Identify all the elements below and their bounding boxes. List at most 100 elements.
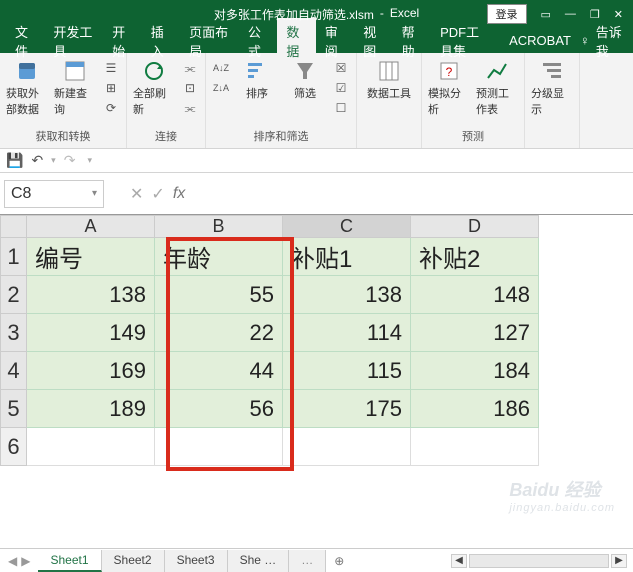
cell-a5[interactable]: 189: [27, 390, 155, 428]
sort-icon: [245, 59, 269, 83]
row-header-1[interactable]: 1: [1, 238, 27, 276]
chevron-down-icon[interactable]: ▾: [92, 188, 97, 199]
cell-b4[interactable]: 44: [155, 352, 283, 390]
hscroll-track[interactable]: [469, 554, 609, 568]
worksheet-area[interactable]: A B C D 1 编号 年龄 补贴1 补贴2 2 138 55 138 148…: [0, 215, 633, 548]
fx-icon[interactable]: fx: [173, 185, 185, 203]
forecast-sheet-button[interactable]: 预测工作表: [474, 57, 520, 119]
minimize-icon[interactable]: —: [565, 8, 576, 20]
cell-c5[interactable]: 175: [283, 390, 411, 428]
get-external-data-button[interactable]: 获取外部数据: [4, 57, 50, 119]
new-query-button[interactable]: 新建查询: [52, 57, 98, 119]
from-table-icon[interactable]: ⊞: [100, 79, 122, 97]
sheet-nav-next-icon[interactable]: ▶: [21, 554, 30, 568]
new-query-icon: [63, 59, 87, 83]
database-icon: [15, 59, 39, 83]
col-header-c[interactable]: C: [283, 216, 411, 238]
sheet-nav-prev-icon[interactable]: ◀: [8, 554, 17, 568]
advanced-icon[interactable]: ☐: [330, 99, 352, 117]
row-header-3[interactable]: 3: [1, 314, 27, 352]
customize-qat-icon[interactable]: ▾: [87, 155, 92, 166]
name-box[interactable]: C8 ▾: [4, 180, 104, 208]
sort-asc-icon[interactable]: A↓Z: [210, 59, 232, 77]
ribbon-group-outline: 分级显示: [525, 53, 580, 148]
cell-a2[interactable]: 138: [27, 276, 155, 314]
redo-icon[interactable]: ↷: [64, 152, 76, 169]
connections-icon[interactable]: ⫘: [179, 59, 201, 77]
cell-d1[interactable]: 补贴2: [411, 238, 539, 276]
show-queries-icon[interactable]: ☰: [100, 59, 122, 77]
cell-c4[interactable]: 115: [283, 352, 411, 390]
new-sheet-icon[interactable]: ⊕: [326, 554, 352, 568]
cell-d5[interactable]: 186: [411, 390, 539, 428]
filter-button[interactable]: 筛选: [282, 57, 328, 103]
sheet-tab-2[interactable]: Sheet2: [102, 550, 165, 572]
recent-sources-icon[interactable]: ⟳: [100, 99, 122, 117]
col-header-b[interactable]: B: [155, 216, 283, 238]
group-label: 获取和转换: [4, 128, 122, 146]
col-header-a[interactable]: A: [27, 216, 155, 238]
accept-icon[interactable]: ✓: [151, 184, 164, 204]
cell-a4[interactable]: 169: [27, 352, 155, 390]
refresh-icon: [142, 59, 166, 83]
forecast-icon: [485, 59, 509, 83]
cell-a6[interactable]: [27, 428, 155, 466]
tab-acrobat[interactable]: ACROBAT: [500, 29, 580, 52]
save-icon[interactable]: 💾: [6, 152, 23, 169]
group-label: 预测: [426, 128, 520, 146]
cell-c3[interactable]: 114: [283, 314, 411, 352]
sort-desc-icon[interactable]: Z↓A: [210, 79, 232, 97]
row-header-5[interactable]: 5: [1, 390, 27, 428]
cell-b1[interactable]: 年龄: [155, 238, 283, 276]
refresh-all-button[interactable]: 全部刷新: [131, 57, 177, 119]
row-header-6[interactable]: 6: [1, 428, 27, 466]
cell-d4[interactable]: 184: [411, 352, 539, 390]
sheet-tab-bar: ◀ ▶ Sheet1 Sheet2 Sheet3 She … … ⊕ ◀ ▶: [0, 548, 633, 572]
hscroll-right-icon[interactable]: ▶: [611, 554, 627, 568]
cell-a3[interactable]: 149: [27, 314, 155, 352]
ribbon-group-connections: 全部刷新 ⫘ ⊡ ⫘ 连接: [127, 53, 206, 148]
sheet-tab-4[interactable]: She …: [228, 550, 290, 572]
formula-input[interactable]: [193, 180, 629, 208]
select-all-corner[interactable]: [1, 216, 27, 238]
outline-button[interactable]: 分级显示: [529, 57, 575, 119]
cell-reference: C8: [11, 185, 31, 203]
edit-links-icon[interactable]: ⫘: [179, 99, 201, 117]
ribbon-display-options-icon[interactable]: ▭: [541, 8, 551, 21]
cell-a1[interactable]: 编号: [27, 238, 155, 276]
cell-b5[interactable]: 56: [155, 390, 283, 428]
cell-d6[interactable]: [411, 428, 539, 466]
data-tools-button[interactable]: 数据工具: [361, 57, 417, 103]
undo-dd-icon[interactable]: ▾: [51, 155, 56, 166]
clear-filter-icon[interactable]: ☒: [330, 59, 352, 77]
what-if-button[interactable]: ? 模拟分析: [426, 57, 472, 119]
restore-icon[interactable]: ❐: [590, 8, 600, 21]
watermark: Baidu 经验 jingyan.baidu.com: [509, 476, 615, 514]
cell-b3[interactable]: 22: [155, 314, 283, 352]
hscroll-left-icon[interactable]: ◀: [451, 554, 467, 568]
col-header-d[interactable]: D: [411, 216, 539, 238]
sheet-tab-more[interactable]: …: [289, 550, 326, 572]
row-header-4[interactable]: 4: [1, 352, 27, 390]
cell-b2[interactable]: 55: [155, 276, 283, 314]
lightbulb-icon[interactable]: ♀: [580, 33, 590, 48]
reapply-icon[interactable]: ☑: [330, 79, 352, 97]
properties-icon[interactable]: ⊡: [179, 79, 201, 97]
cell-c6[interactable]: [283, 428, 411, 466]
cell-d2[interactable]: 148: [411, 276, 539, 314]
sheet-tab-3[interactable]: Sheet3: [165, 550, 228, 572]
cell-b6[interactable]: [155, 428, 283, 466]
ribbon-group-get-transform: 获取外部数据 新建查询 ☰ ⊞ ⟳ 获取和转换: [0, 53, 127, 148]
app-name: Excel: [390, 6, 419, 23]
undo-icon[interactable]: ↶: [31, 152, 43, 169]
row-header-2[interactable]: 2: [1, 276, 27, 314]
cell-c2[interactable]: 138: [283, 276, 411, 314]
sort-button[interactable]: 排序: [234, 57, 280, 103]
close-icon[interactable]: ✕: [614, 8, 623, 21]
cancel-icon[interactable]: ✕: [130, 184, 143, 204]
tell-me[interactable]: 告诉我: [596, 22, 623, 60]
sheet-tab-1[interactable]: Sheet1: [38, 550, 101, 572]
cell-c1[interactable]: 补贴1: [283, 238, 411, 276]
cell-d3[interactable]: 127: [411, 314, 539, 352]
svg-text:?: ?: [446, 65, 453, 79]
